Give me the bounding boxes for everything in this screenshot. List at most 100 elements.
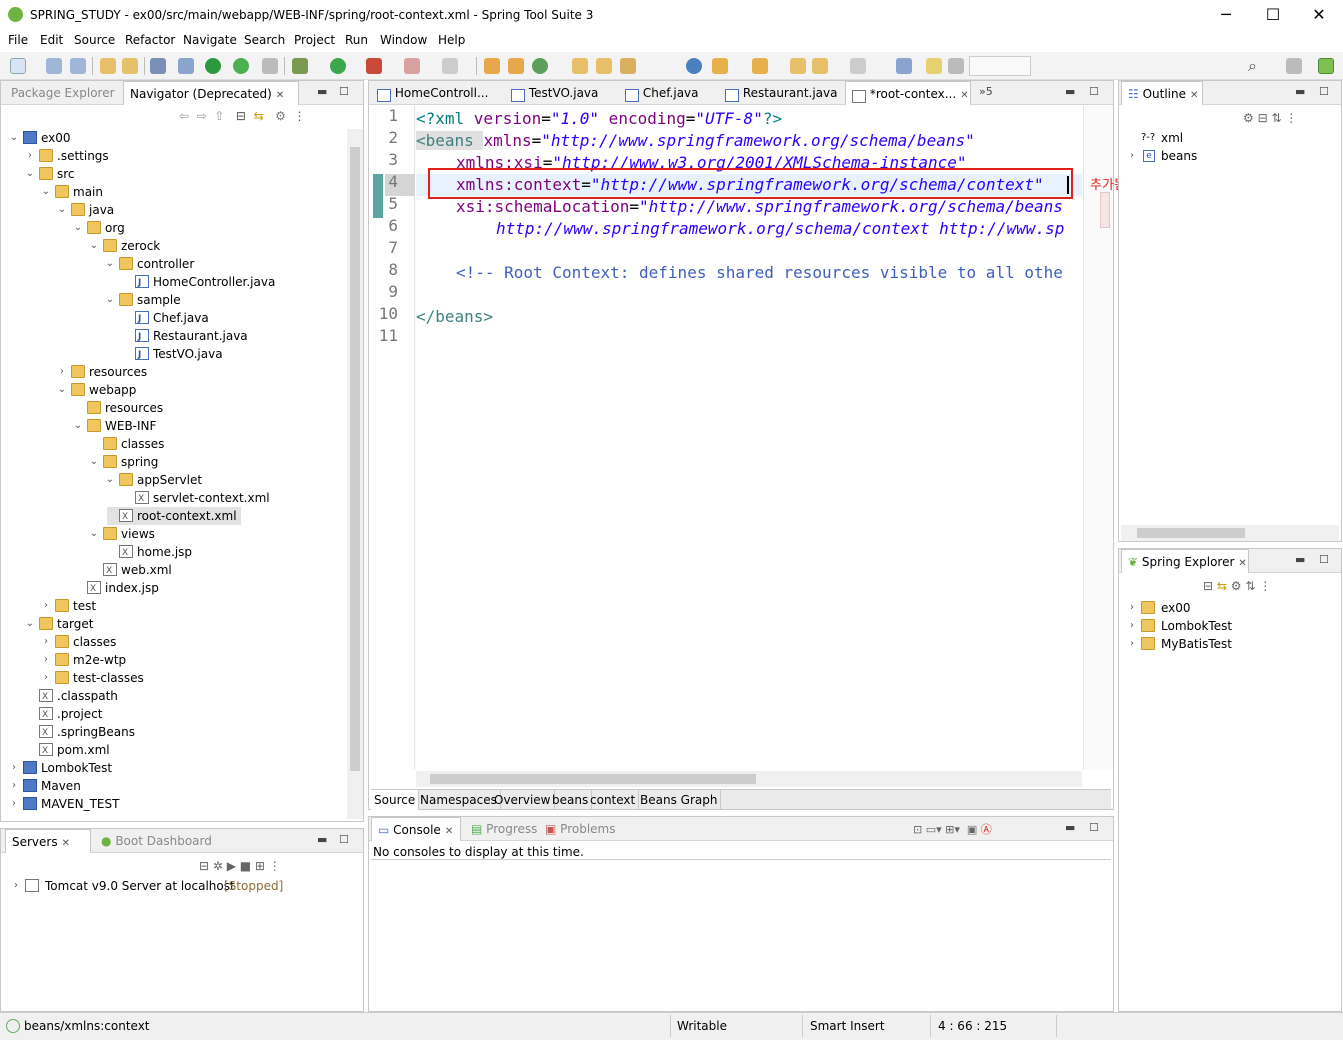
server-row[interactable]: › Tomcat v9.0 Server at localhost [Stopp… bbox=[11, 877, 351, 895]
link-with-editor-icon[interactable]: ⇆ bbox=[254, 109, 264, 123]
highlight-icon[interactable] bbox=[926, 58, 942, 74]
minimize-view-icon[interactable]: ▬ bbox=[317, 85, 327, 98]
search-icon[interactable]: ⌕ bbox=[1248, 56, 1257, 76]
spring-project-item[interactable]: › ex00 bbox=[1127, 599, 1327, 617]
tab-root-context[interactable]: *root-contex... ✕ bbox=[845, 81, 971, 105]
collapse-arrow-icon[interactable]: ⌄ bbox=[89, 453, 99, 471]
expand-arrow-icon[interactable]: › bbox=[1127, 147, 1137, 165]
outline-item-xml[interactable]: ?-? xml bbox=[1127, 129, 1341, 147]
minimize-view-icon[interactable]: ▬ bbox=[317, 833, 327, 846]
expand-arrow-icon[interactable]: › bbox=[11, 877, 21, 895]
menu-window[interactable]: Window bbox=[380, 33, 427, 47]
scrollbar-thumb[interactable] bbox=[350, 147, 360, 771]
menu-run[interactable]: Run bbox=[345, 33, 368, 47]
new-icon[interactable] bbox=[10, 58, 26, 74]
tab-namespaces[interactable]: Namespaces bbox=[417, 790, 501, 810]
new-java-project-icon[interactable] bbox=[484, 58, 500, 74]
save-icon[interactable] bbox=[46, 58, 62, 74]
minimize-view-icon[interactable]: ▬ bbox=[1065, 821, 1075, 834]
close-icon[interactable]: ✕ bbox=[1238, 558, 1246, 569]
collapse-arrow-icon[interactable]: ⌄ bbox=[41, 183, 51, 201]
expand-arrow-icon[interactable]: › bbox=[25, 147, 35, 165]
tab-boot-dashboard[interactable]: ● Boot Dashboard bbox=[95, 829, 215, 853]
collapse-arrow-icon[interactable]: ⌄ bbox=[25, 165, 35, 183]
tab-servers[interactable]: Servers ✕ bbox=[5, 829, 91, 853]
open-perspective-icon[interactable] bbox=[1286, 58, 1302, 74]
collapse-arrow-icon[interactable]: ⌄ bbox=[105, 471, 115, 489]
maximize-view-icon[interactable]: ☐ bbox=[1319, 85, 1329, 98]
next-annotation-icon[interactable] bbox=[712, 58, 728, 74]
navigator-scrollbar[interactable] bbox=[347, 129, 363, 819]
open-project-icon[interactable] bbox=[572, 58, 588, 74]
forward-icon[interactable] bbox=[850, 58, 866, 74]
code-area[interactable]: <?xml version="1.0" encoding="UTF-8"?> <… bbox=[416, 106, 1082, 770]
tree-item[interactable]: root-context.xml bbox=[107, 507, 241, 526]
menu-project[interactable]: Project bbox=[294, 33, 335, 47]
menu-source[interactable]: Source bbox=[74, 33, 115, 47]
disabled-tool-icon[interactable] bbox=[442, 58, 458, 74]
quick-access-dropdown[interactable] bbox=[969, 56, 1031, 76]
close-icon[interactable]: ✕ bbox=[276, 90, 284, 101]
collapse-all-icon[interactable]: ⊟ bbox=[236, 109, 246, 123]
expand-arrow-icon[interactable]: › bbox=[41, 633, 51, 651]
expand-arrow-icon[interactable]: › bbox=[9, 759, 19, 777]
last-edit-icon[interactable] bbox=[790, 58, 806, 74]
scrollbar-thumb[interactable] bbox=[1137, 528, 1245, 538]
tab-homecontroller[interactable]: HomeControll... bbox=[371, 81, 488, 105]
editor-hscrollbar[interactable] bbox=[416, 771, 1082, 787]
new-class-icon[interactable] bbox=[532, 58, 548, 74]
spring-explorer-toolbar[interactable]: ⊟ ⇆ ⚙ ⇅ ⋮ bbox=[1203, 579, 1271, 593]
menu-search[interactable]: Search bbox=[244, 33, 285, 47]
expand-arrow-icon[interactable]: › bbox=[9, 777, 19, 795]
open-type-icon[interactable] bbox=[100, 58, 116, 74]
open-folder-icon[interactable] bbox=[596, 58, 612, 74]
minimize-view-icon[interactable]: ▬ bbox=[1295, 85, 1305, 98]
collapse-arrow-icon[interactable]: ⌄ bbox=[57, 201, 67, 219]
run-icon[interactable] bbox=[330, 58, 346, 74]
maximize-view-icon[interactable]: ☐ bbox=[1089, 85, 1099, 98]
expand-arrow-icon[interactable]: › bbox=[1127, 617, 1137, 635]
forward-arrow-icon[interactable]: ⇨ bbox=[197, 109, 207, 123]
close-icon[interactable]: ✕ bbox=[1190, 90, 1198, 101]
collapse-arrow-icon[interactable]: ⌄ bbox=[89, 237, 99, 255]
collapse-arrow-icon[interactable]: ⌄ bbox=[9, 129, 19, 147]
minimize-button[interactable]: ─ bbox=[1203, 2, 1249, 28]
collapse-arrow-icon[interactable]: ⌄ bbox=[57, 381, 67, 399]
debug-icon[interactable] bbox=[292, 58, 308, 74]
spring-project-item[interactable]: › MyBatisTest bbox=[1127, 635, 1327, 653]
tab-chef[interactable]: Chef.java bbox=[619, 81, 715, 105]
globe-icon[interactable] bbox=[686, 58, 702, 74]
maximize-view-icon[interactable]: ☐ bbox=[339, 833, 349, 846]
tab-beans-graph[interactable]: Beans Graph bbox=[637, 790, 722, 810]
tab-source[interactable]: Source bbox=[371, 790, 420, 810]
back-icon[interactable] bbox=[812, 58, 828, 74]
collapse-arrow-icon[interactable]: ⌄ bbox=[73, 219, 83, 237]
tab-problems[interactable]: ▣ Problems bbox=[539, 817, 619, 841]
spring-boot-icon[interactable] bbox=[233, 58, 249, 74]
maximize-button[interactable]: ☐ bbox=[1250, 2, 1296, 28]
expand-arrow-icon[interactable]: › bbox=[57, 363, 67, 381]
console-toolbar[interactable]: ⊡ ▭▾ ⊞▾ ▣ Ⓐ bbox=[913, 821, 992, 837]
menu-file[interactable]: File bbox=[8, 33, 28, 47]
new-package-icon[interactable] bbox=[508, 58, 524, 74]
open-resource-icon[interactable] bbox=[122, 58, 138, 74]
tab-context[interactable]: context bbox=[587, 790, 640, 810]
outline-hscrollbar[interactable] bbox=[1121, 525, 1339, 541]
menu-refactor[interactable]: Refactor bbox=[125, 33, 175, 47]
outline-item-beans[interactable]: › e beans xmlns=http://www.springf bbox=[1127, 147, 1341, 165]
external-tools-icon[interactable] bbox=[366, 58, 382, 74]
outline-toolbar[interactable]: ⚙ ⊟ ⇅ ⋮ bbox=[1243, 111, 1297, 125]
spring-project-item[interactable]: › LombokTest bbox=[1127, 617, 1327, 635]
pen-icon[interactable] bbox=[620, 58, 636, 74]
block-selection-icon[interactable] bbox=[948, 58, 964, 74]
menu-help[interactable]: Help bbox=[438, 33, 465, 47]
tab-spring-explorer[interactable]: ❦ Spring Explorer ✕ bbox=[1121, 549, 1249, 573]
tab-progress[interactable]: ▤ Progress bbox=[465, 817, 537, 841]
collapse-arrow-icon[interactable]: ⌄ bbox=[105, 255, 115, 273]
tab-beans[interactable]: beans bbox=[549, 790, 593, 810]
tab-restaurant[interactable]: Restaurant.java bbox=[719, 81, 839, 105]
close-button[interactable]: ✕ bbox=[1296, 2, 1342, 28]
menu-edit[interactable]: Edit bbox=[40, 33, 63, 47]
tab-outline[interactable]: ☷ Outline ✕ bbox=[1121, 81, 1203, 105]
link-icon[interactable] bbox=[262, 58, 278, 74]
